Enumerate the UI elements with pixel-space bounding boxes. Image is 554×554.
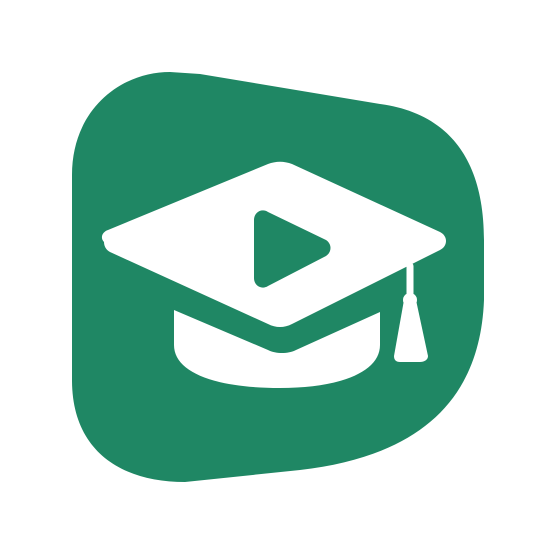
tassel-knot [403,293,417,307]
graduation-cap-play-icon [72,72,484,482]
app-icon-canvas [0,0,554,554]
